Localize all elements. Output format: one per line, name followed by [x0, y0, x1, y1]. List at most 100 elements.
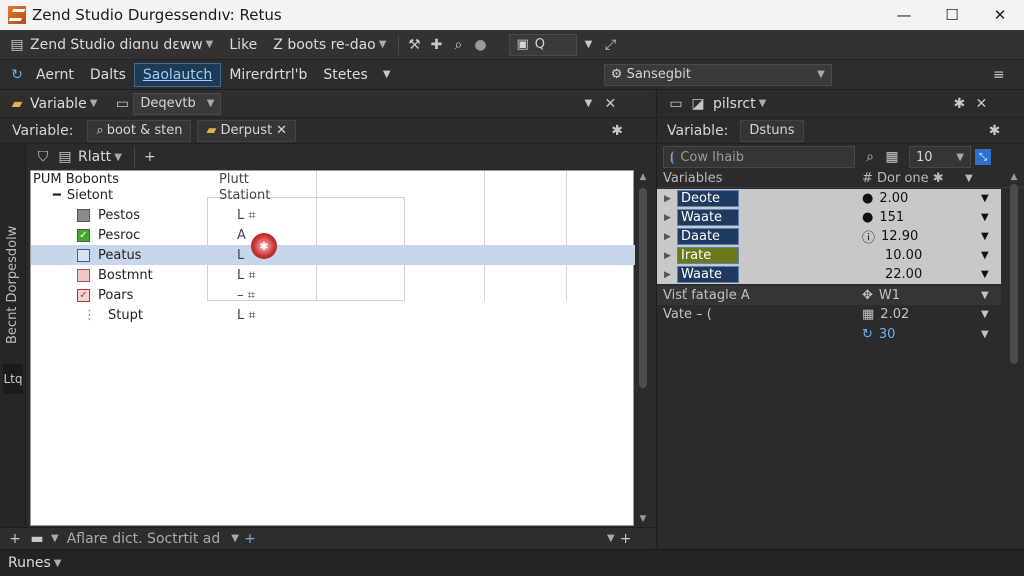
tab-stetes[interactable]: Stetes	[315, 63, 375, 87]
add-icon[interactable]: +	[139, 146, 161, 168]
tab-saolautch[interactable]: Saolautch	[133, 62, 222, 87]
variable-row-item[interactable]: ▶ Waate 22.00 ▼	[657, 265, 1001, 284]
tree-row-selected[interactable]: Peatus L	[31, 245, 635, 265]
col-value: # Dor one ✱	[862, 171, 944, 186]
left-bottom-bar: + ▬ ▼ Aflare dict. Soctrtit ad ▼ + ▼ +	[0, 527, 655, 549]
runes-dropdown[interactable]: Runes ▼	[0, 551, 69, 575]
scroll-up-icon[interactable]: ▲	[636, 170, 650, 184]
tab-boot-sten[interactable]: ⌕ boot & sten	[87, 119, 192, 142]
tools-icon[interactable]: ⚒	[403, 34, 425, 56]
scroll-thumb[interactable]	[639, 188, 647, 388]
tree-row[interactable]: ✓ Poars – ⌗	[31, 285, 635, 305]
settings-icon[interactable]: ✱	[948, 93, 970, 115]
close-window-button[interactable]: ✕	[976, 0, 1024, 30]
chevron-down-icon[interactable]: ▼	[981, 212, 989, 223]
vate-row[interactable]: Vate – ( ▦ 2.02 ▼	[657, 305, 1001, 324]
tab-aernt[interactable]: Aernt	[28, 63, 82, 87]
vist-row[interactable]: Visť fatagle A ✥ W1 ▼	[657, 286, 1001, 305]
pin-icon[interactable]: ✱	[984, 120, 1006, 142]
chevron-down-icon[interactable]: ▼	[577, 93, 599, 115]
pin-icon[interactable]: ✱	[606, 120, 628, 142]
tree-row[interactable]: Pestos L ⌗	[31, 205, 635, 225]
boots-menu[interactable]: Z boots re-dao ▼	[265, 33, 394, 57]
chevron-down-icon[interactable]: ▼	[376, 64, 398, 86]
variable-row-item[interactable]: ▶ Waate ● 151 ▼	[657, 208, 1001, 227]
search-combo[interactable]: ⚙ Sansegbit ▼	[603, 63, 832, 86]
breakpoint-icon[interactable]: ✱	[251, 233, 277, 259]
expand-arrow-icon[interactable]: ▶	[664, 270, 671, 280]
variable-row-item[interactable]: ▶ Daate ⓘ 12.90 ▼	[657, 227, 1001, 246]
chevron-down-icon[interactable]: ▼	[231, 533, 239, 544]
scroll-down-icon[interactable]: ▼	[636, 512, 650, 526]
calendar-icon[interactable]: ▦	[881, 146, 903, 168]
search-icon[interactable]: ⌕	[859, 146, 881, 168]
tab-dalts[interactable]: Dalts	[82, 63, 134, 87]
chevron-down-icon[interactable]: ▼	[981, 290, 989, 301]
tree-scrollbar[interactable]: ▲ ▼	[636, 170, 650, 526]
chevron-down-icon[interactable]: ▼	[981, 231, 989, 242]
workspace-menu[interactable]: Zend Studio diɑnu dɛww ▼	[28, 33, 221, 57]
rlatt-dropdown[interactable]: Rlatt ▼	[76, 145, 130, 169]
hamburger-menu-icon[interactable]: ≡	[988, 64, 1010, 86]
chevron-down-icon[interactable]: ▼	[51, 533, 59, 544]
expand-icon[interactable]: ⤢	[599, 34, 621, 56]
scroll-thumb[interactable]	[1010, 184, 1018, 364]
chevron-down-icon[interactable]: ▼	[981, 329, 989, 340]
right-panel-header: ▭ ◪ pilsrct ▼ ✱ ✕	[657, 90, 1024, 118]
filter-input[interactable]: ⦗ Cow Ihaib	[663, 146, 855, 168]
chevron-down-icon: ▼	[53, 557, 62, 569]
chevron-down-icon[interactable]: ▼	[577, 34, 599, 56]
chevron-down-icon[interactable]: ▼	[981, 269, 989, 280]
zoom-icon[interactable]: ⌕	[447, 34, 469, 56]
close-panel-icon[interactable]: ✕	[599, 93, 621, 115]
expand-arrow-icon[interactable]: ▶	[664, 213, 671, 223]
search-box[interactable]: ▣ Q	[509, 33, 578, 56]
tab-dstuns[interactable]: Dstuns	[740, 119, 804, 142]
filter-row: ⦗ Cow Ihaib ⌕ ▦ 10 ▼ ⤡	[657, 144, 1024, 170]
chevron-down-icon[interactable]: ▼	[607, 533, 615, 544]
tab-derpust[interactable]: ▰ Derpust ✕	[197, 119, 297, 142]
chevron-down-icon: ▼	[89, 98, 98, 109]
pilsrct-dropdown[interactable]: pilsrct ▼	[709, 92, 774, 116]
collapse-icon[interactable]: ━	[53, 188, 61, 203]
chevron-down-icon[interactable]: ▼	[965, 173, 973, 184]
chevron-down-icon[interactable]: ▼	[981, 250, 989, 261]
scroll-up-icon[interactable]: ▲	[1007, 170, 1021, 184]
add-icon[interactable]: +	[615, 528, 637, 550]
add-icon[interactable]: +	[4, 528, 26, 550]
status-bar: Runes ▼	[0, 549, 1024, 576]
expand-arrow-icon[interactable]: ▶	[664, 232, 671, 242]
vertical-side-tab[interactable]: Becnt Dorpesdolw Ltq	[0, 144, 26, 548]
close-icon[interactable]: ✕	[276, 123, 287, 138]
chevron-down-icon[interactable]: ▼	[981, 309, 989, 320]
count-select[interactable]: 10 ▼	[909, 146, 971, 168]
tree-row[interactable]: ✓ Pesroc A	[31, 225, 635, 245]
list-icon[interactable]: ▤	[54, 146, 76, 168]
filter-icon[interactable]: ⛉	[32, 146, 54, 168]
variable-row-item[interactable]: ▶ Deote ● 2.00 ▼	[657, 189, 1001, 208]
close-panel-icon[interactable]: ✕	[970, 93, 992, 115]
refresh-icon[interactable]: ↻	[6, 64, 28, 86]
deqevtb-combo[interactable]: Deqevtb ▼	[133, 92, 222, 115]
tab-mirerdrtrlb[interactable]: Mirerdrtrl'b	[221, 63, 315, 87]
workspace-icon[interactable]: ▤	[6, 34, 28, 56]
extra-row[interactable]: ↻ 30 ▼	[657, 325, 1001, 344]
record-icon[interactable]: ●	[469, 34, 491, 56]
add-icon[interactable]: ✚	[425, 34, 447, 56]
chevron-down-icon[interactable]: ▼	[981, 193, 989, 204]
like-menu[interactable]: Like	[221, 33, 265, 57]
variable-row-item[interactable]: ▶ Irate 10.00 ▼	[657, 246, 1001, 265]
variable-dropdown[interactable]: Variable ▼	[28, 92, 105, 116]
variables-scrollbar[interactable]: ▲	[1007, 170, 1021, 530]
minimize-button[interactable]: —	[880, 0, 928, 30]
expand-arrow-icon[interactable]: ▶	[664, 251, 671, 261]
tree-row[interactable]: ⋮ Stupt L ⌗	[31, 305, 635, 325]
add-icon[interactable]: +	[239, 528, 261, 550]
maximize-button[interactable]: ☐	[928, 0, 976, 30]
tree-row[interactable]: Bostmnt L ⌗	[31, 265, 635, 285]
folder-icon[interactable]: ▬	[26, 528, 48, 550]
tree-row[interactable]: ━ Sietont Stationt	[31, 185, 635, 205]
expand-icon[interactable]: ⤡	[975, 149, 991, 165]
vertical-tab-icon[interactable]: Ltq	[3, 364, 23, 394]
expand-arrow-icon[interactable]: ▶	[664, 194, 671, 204]
